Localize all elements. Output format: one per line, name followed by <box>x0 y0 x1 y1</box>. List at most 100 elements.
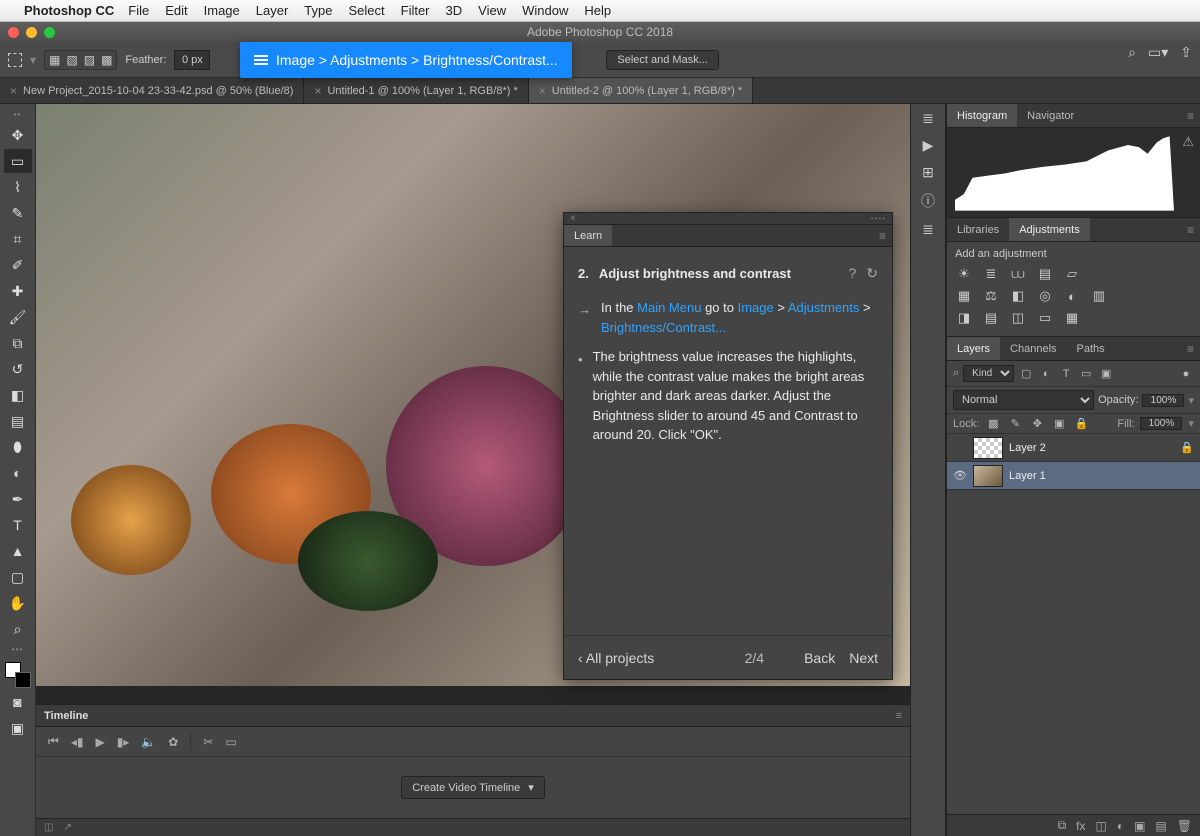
marquee-tool-badge-icon[interactable] <box>8 53 22 67</box>
menu-window[interactable]: Window <box>522 3 568 18</box>
history-brush-tool-icon[interactable]: ↺ <box>4 357 32 381</box>
info-icon[interactable]: ⓘ <box>921 191 935 211</box>
document-tab[interactable]: ×Untitled-1 @ 100% (Layer 1, RGB/8*) * <box>304 78 528 103</box>
app-name[interactable]: Photoshop CC <box>24 3 114 18</box>
panel-grip-icon[interactable]: •••• <box>871 214 886 223</box>
menu-3d[interactable]: 3D <box>446 3 463 18</box>
type-tool-icon[interactable]: T <box>4 513 32 537</box>
filter-shape-icon[interactable]: ▭ <box>1078 367 1094 380</box>
marquee-tool-icon[interactable]: ▭ <box>4 149 32 173</box>
quick-mask-icon[interactable]: ◙ <box>4 690 32 714</box>
channel-mixer-icon[interactable]: ◐ <box>1063 288 1081 304</box>
tab-layers[interactable]: Layers <box>947 337 1000 360</box>
rectangle-tool-icon[interactable]: ▢ <box>4 565 32 589</box>
lock-transparency-icon[interactable]: ▩ <box>985 417 1001 430</box>
fill-input[interactable] <box>1140 417 1182 430</box>
blur-tool-icon[interactable]: ⬮ <box>4 435 32 459</box>
tab-close-icon[interactable]: × <box>10 84 17 98</box>
invert-adjust-icon[interactable]: ◨ <box>955 310 973 326</box>
menu-filter[interactable]: Filter <box>401 3 430 18</box>
layers-icon[interactable]: ≣ <box>922 221 934 238</box>
reset-icon[interactable]: ↻ <box>866 263 878 284</box>
panel-menu-icon[interactable]: ≡ <box>873 225 892 246</box>
gradient-tool-icon[interactable]: ▤ <box>4 409 32 433</box>
window-minimize-icon[interactable] <box>26 27 37 38</box>
layer-visibility-icon[interactable]: 👁 <box>953 469 967 482</box>
new-adjustment-icon[interactable]: ◐ <box>1117 819 1124 833</box>
filter-type-icon[interactable]: T <box>1058 368 1074 380</box>
workspace-switcher-icon[interactable]: ▭▾ <box>1148 44 1168 61</box>
tab-adjustments[interactable]: Adjustments <box>1009 218 1090 241</box>
first-frame-icon[interactable]: ⏮ <box>48 734 59 749</box>
posterize-adjust-icon[interactable]: ▤ <box>982 310 1000 326</box>
healing-brush-tool-icon[interactable]: ✚ <box>4 279 32 303</box>
feather-input[interactable] <box>174 50 210 70</box>
toolbar-grip-icon[interactable]: •• <box>14 110 22 119</box>
gradient-map-icon[interactable]: ▭ <box>1036 310 1054 326</box>
next-frame-icon[interactable]: ▮▸ <box>117 735 130 749</box>
tab-libraries[interactable]: Libraries <box>947 218 1009 241</box>
layer-thumbnail[interactable] <box>973 437 1003 459</box>
selection-subtract-icon[interactable]: ▨ <box>84 53 95 67</box>
panel-close-icon[interactable]: × <box>570 213 576 224</box>
photo-filter-icon[interactable]: ◎ <box>1036 288 1054 304</box>
layer-name[interactable]: Layer 2 <box>1009 442 1174 454</box>
menu-layer[interactable]: Layer <box>256 3 289 18</box>
layer-filter-kind[interactable]: Kind <box>963 365 1014 382</box>
crop-tool-icon[interactable]: ⌗ <box>4 227 32 251</box>
layer-name[interactable]: Layer 1 <box>1009 470 1194 482</box>
select-and-mask-button[interactable]: Select and Mask... <box>606 50 719 70</box>
learn-link-brightness[interactable]: Brightness/Contrast... <box>601 320 726 335</box>
tab-paths[interactable]: Paths <box>1067 337 1115 360</box>
transition-icon[interactable]: ▭ <box>225 735 236 749</box>
layer-style-icon[interactable]: fx <box>1076 819 1085 833</box>
filter-toggle-icon[interactable]: ● <box>1178 368 1194 380</box>
new-group-icon[interactable]: ▣ <box>1134 819 1145 833</box>
new-layer-icon[interactable]: ▤ <box>1155 819 1166 833</box>
hue-adjust-icon[interactable]: ▦ <box>955 288 973 304</box>
bw-adjust-icon[interactable]: ◧ <box>1009 288 1027 304</box>
levels-adjust-icon[interactable]: ≣ <box>982 266 1000 282</box>
search-icon[interactable]: ⌕ <box>1128 44 1136 61</box>
share-icon[interactable]: ⇪ <box>1180 44 1192 61</box>
brightness-adjust-icon[interactable]: ☀ <box>955 266 973 282</box>
zoom-tool-icon[interactable]: ⌕ <box>4 617 32 641</box>
document-tab[interactable]: ×Untitled-2 @ 100% (Layer 1, RGB/8*) * <box>529 78 753 103</box>
tab-close-icon[interactable]: × <box>314 84 321 98</box>
filter-smart-icon[interactable]: ▣ <box>1098 367 1114 380</box>
lock-paint-icon[interactable]: ✎ <box>1007 417 1023 430</box>
quick-select-tool-icon[interactable]: ✎ <box>4 201 32 225</box>
split-icon[interactable]: ✂ <box>203 735 213 749</box>
hand-tool-icon[interactable]: ✋ <box>4 591 32 615</box>
delete-layer-icon[interactable]: 🗑 <box>1177 819 1192 833</box>
tab-learn[interactable]: Learn <box>564 225 612 246</box>
create-video-timeline-button[interactable]: Create Video Timeline ▾ <box>401 776 545 799</box>
render-icon[interactable]: ↗ <box>63 822 71 833</box>
color-lookup-icon[interactable]: ▥ <box>1090 288 1108 304</box>
selection-new-icon[interactable]: ▦ <box>49 53 60 67</box>
audio-icon[interactable]: 🔈 <box>141 735 156 749</box>
tab-channels[interactable]: Channels <box>1000 337 1066 360</box>
lock-artboard-icon[interactable]: ▣ <box>1051 417 1067 430</box>
selection-intersect-icon[interactable]: ▩ <box>101 53 112 67</box>
filter-adjust-icon[interactable]: ◐ <box>1038 368 1054 380</box>
dodge-tool-icon[interactable]: ◐ <box>4 461 32 485</box>
learn-link-image[interactable]: Image <box>738 300 774 315</box>
blend-mode-select[interactable]: Normal <box>953 390 1094 410</box>
timeline-title[interactable]: Timeline <box>44 710 88 722</box>
panel-menu-icon[interactable]: ≡ <box>1181 104 1200 127</box>
clone-stamp-tool-icon[interactable]: ⧉ <box>4 331 32 355</box>
layer-thumbnail[interactable] <box>973 465 1003 487</box>
menu-edit[interactable]: Edit <box>165 3 187 18</box>
histogram-warning-icon[interactable]: ⚠ <box>1182 134 1194 150</box>
selective-color-icon[interactable]: ▦ <box>1063 310 1081 326</box>
window-zoom-icon[interactable] <box>44 27 55 38</box>
link-layers-icon[interactable]: ⧉ <box>1058 818 1067 833</box>
brush-tool-icon[interactable]: 🖌 <box>4 305 32 329</box>
layer-lock-icon[interactable]: 🔒 <box>1180 441 1194 454</box>
play-icon[interactable]: ▶ <box>923 137 934 154</box>
threshold-adjust-icon[interactable]: ◫ <box>1009 310 1027 326</box>
menu-view[interactable]: View <box>478 3 506 18</box>
layer-row[interactable]: Layer 2 🔒 <box>947 434 1200 462</box>
layer-mask-icon[interactable]: ◫ <box>1095 819 1106 833</box>
